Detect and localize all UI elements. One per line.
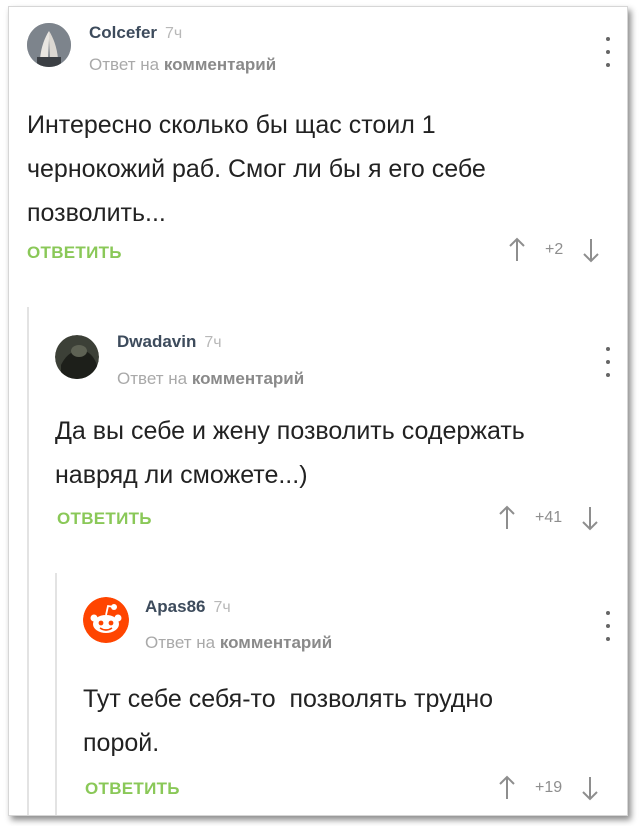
upvote-arrow-icon[interactable] bbox=[507, 237, 527, 263]
reply-to-link[interactable]: комментарий bbox=[220, 633, 332, 652]
dark-photo-icon bbox=[55, 335, 99, 379]
reply-to-line: Ответ на комментарий bbox=[145, 633, 332, 653]
comment-text-line: Тут себе себя-то позволять трудно bbox=[83, 685, 494, 713]
comment-text: Да вы себе и жену позволить содержать на… bbox=[55, 409, 615, 497]
comment: Apas86 7ч Ответ на комментарий Тут себе с… bbox=[9, 573, 627, 815]
reply-to-line: Ответ на комментарий bbox=[117, 369, 304, 389]
more-options-icon[interactable] bbox=[603, 347, 613, 377]
comment-text-line: Интересно сколько бы щас стоил 1 bbox=[27, 111, 436, 139]
reply-to-prefix: Ответ на bbox=[145, 633, 216, 652]
comment-text-line: позволить... bbox=[27, 199, 166, 227]
comment-text: Интересно сколько бы щас стоил 1 черноко… bbox=[27, 103, 617, 235]
avatar[interactable] bbox=[27, 23, 71, 67]
reply-to-link[interactable]: комментарий bbox=[192, 369, 304, 388]
username[interactable]: Apas86 7ч bbox=[145, 597, 231, 617]
reply-button[interactable]: ОТВЕТИТЬ bbox=[27, 243, 122, 263]
comment-time: 7ч bbox=[213, 599, 231, 616]
comment-text-line: Да вы себе и жену позволить содержать bbox=[55, 417, 525, 445]
comment-text-line: навряд ли сможете...) bbox=[55, 461, 308, 489]
reply-to-prefix: Ответ на bbox=[117, 369, 188, 388]
comment: Dwadavin 7ч Ответ на комментарий Да вы се… bbox=[9, 307, 627, 577]
comment-text-line: чернокожий раб. Смог ли бы я его себе bbox=[27, 155, 486, 183]
vote-score: +2 bbox=[545, 241, 564, 258]
comment-time: 7ч bbox=[165, 25, 183, 42]
vote-controls: +2 bbox=[507, 237, 601, 263]
comment-time: 7ч bbox=[204, 334, 222, 351]
username-text[interactable]: Dwadavin bbox=[117, 332, 196, 351]
vote-score: +41 bbox=[535, 509, 563, 526]
upvote-arrow-icon[interactable] bbox=[497, 505, 517, 531]
username[interactable]: Colcefer 7ч bbox=[89, 23, 182, 43]
downvote-arrow-icon[interactable] bbox=[580, 505, 600, 531]
reply-button[interactable]: ОТВЕТИТЬ bbox=[57, 509, 152, 529]
vote-controls: +19 bbox=[497, 775, 600, 801]
downvote-arrow-icon[interactable] bbox=[581, 237, 601, 263]
reply-button[interactable]: ОТВЕТИТЬ bbox=[85, 779, 180, 799]
username-text[interactable]: Colcefer bbox=[89, 23, 157, 42]
more-options-icon[interactable] bbox=[603, 611, 613, 641]
vote-score: +19 bbox=[535, 779, 563, 796]
comment: Colcefer 7ч Ответ на комментарий Интересн… bbox=[9, 7, 627, 297]
praying-hands-icon bbox=[27, 23, 71, 67]
reply-to-prefix: Ответ на bbox=[89, 55, 160, 74]
vote-controls: +41 bbox=[497, 505, 600, 531]
avatar[interactable] bbox=[83, 597, 129, 643]
reply-to-link[interactable]: комментарий bbox=[164, 55, 276, 74]
reply-to-line: Ответ на комментарий bbox=[89, 55, 276, 75]
username[interactable]: Dwadavin 7ч bbox=[117, 332, 222, 352]
downvote-arrow-icon[interactable] bbox=[580, 775, 600, 801]
more-options-icon[interactable] bbox=[603, 37, 613, 67]
username-text[interactable]: Apas86 bbox=[145, 597, 205, 616]
comments-panel: Colcefer 7ч Ответ на комментарий Интересн… bbox=[8, 6, 628, 816]
avatar[interactable] bbox=[55, 335, 99, 379]
comment-text-line: порой. bbox=[83, 729, 160, 757]
upvote-arrow-icon[interactable] bbox=[497, 775, 517, 801]
comment-text: Тут себе себя-то позволять трудно порой. bbox=[83, 677, 613, 765]
reddit-alien-icon bbox=[83, 597, 129, 643]
